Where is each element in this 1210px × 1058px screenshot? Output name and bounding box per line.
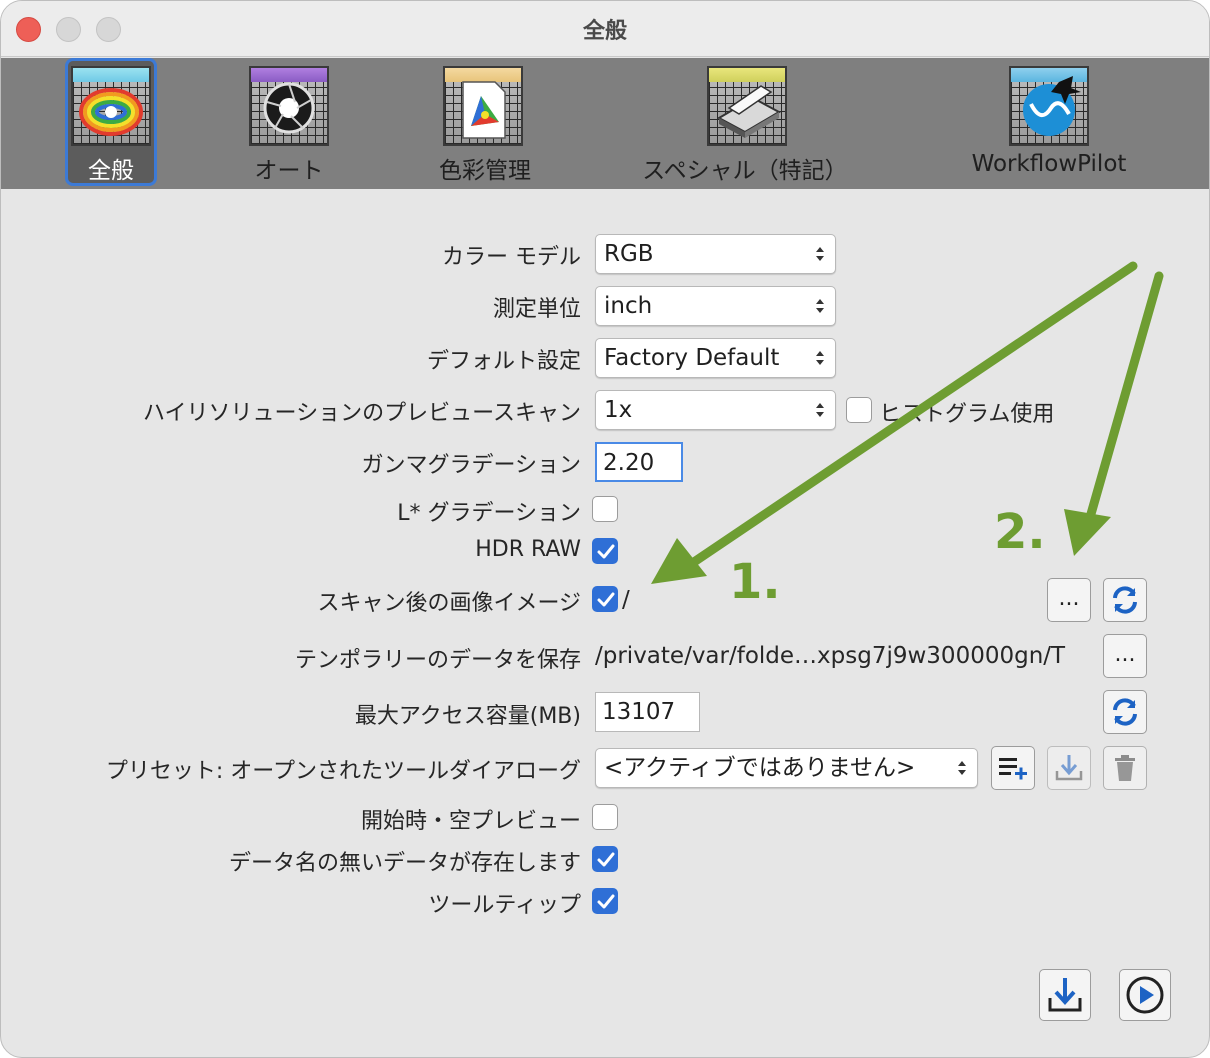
hdr-raw-label: HDR RAW bbox=[475, 537, 581, 562]
save-download-icon bbox=[1048, 978, 1082, 1012]
stepper-arrows-icon bbox=[816, 247, 824, 261]
after-scan-label: スキャン後の画像イメージ bbox=[317, 591, 581, 616]
color-gamut-icon bbox=[443, 66, 523, 146]
scanner-icon bbox=[707, 66, 787, 146]
tab-workflowpilot-label: WorkflowPilot bbox=[971, 151, 1127, 177]
rainbow-logo-icon bbox=[71, 66, 151, 146]
after-scan-checkbox[interactable] bbox=[592, 586, 618, 612]
empty-preview-checkbox[interactable] bbox=[592, 804, 618, 830]
color-model-select[interactable]: RGB bbox=[595, 234, 836, 274]
checkmark-icon bbox=[597, 852, 615, 867]
annotation-number-1: 1. bbox=[729, 554, 781, 610]
temp-data-label: テンポラリーのデータを保存 bbox=[294, 648, 581, 673]
after-scan-browse-button[interactable]: ... bbox=[1047, 578, 1091, 622]
gamma-label: ガンマグラデーション bbox=[361, 453, 581, 478]
tab-special-label: スペシャル（特記） bbox=[642, 158, 848, 184]
preset-download-button[interactable] bbox=[1047, 746, 1091, 790]
tab-workflowpilot[interactable]: WorkflowPilot bbox=[963, 58, 1135, 189]
stepper-arrows-icon bbox=[958, 761, 966, 775]
default-setting-select[interactable]: Factory Default bbox=[595, 338, 836, 378]
refresh-icon bbox=[1113, 698, 1137, 726]
unit-label: 測定単位 bbox=[492, 297, 581, 322]
lstar-label: L* グラデーション bbox=[397, 501, 581, 526]
hires-preview-value: 1x bbox=[604, 397, 633, 423]
annotation-arrow-2-shaft bbox=[1084, 271, 1164, 526]
histogram-checkbox[interactable] bbox=[846, 397, 872, 423]
run-button[interactable] bbox=[1119, 969, 1171, 1021]
histogram-label: ヒストグラム使用 bbox=[879, 402, 1055, 427]
aperture-icon bbox=[249, 66, 329, 146]
stepper-arrows-icon bbox=[816, 351, 824, 365]
max-access-input[interactable]: 13107 bbox=[595, 692, 700, 732]
hires-preview-select[interactable]: 1x bbox=[595, 390, 836, 430]
after-scan-path: / bbox=[622, 587, 630, 613]
tab-color-management[interactable]: 色彩管理 bbox=[423, 58, 547, 189]
play-icon bbox=[1126, 976, 1164, 1014]
annotation-arrow-1-head bbox=[651, 538, 707, 584]
checkmark-icon bbox=[597, 894, 615, 909]
trash-icon bbox=[1115, 755, 1135, 781]
window-title: 全般 bbox=[582, 19, 627, 44]
preferences-toolbar: 全般 オート 色彩管理 スペシャル（特記） WorkflowPilot bbox=[1, 58, 1209, 189]
preferences-window: 全般 全般 オート 色彩管理 スペシャル（特記） WorkflowPilot カ… bbox=[0, 0, 1210, 1058]
title-bar: 全般 bbox=[1, 1, 1209, 57]
preset-select[interactable]: <アクティブではありません> bbox=[595, 748, 978, 788]
workflowpilot-globe-icon bbox=[1009, 66, 1089, 146]
unnamed-data-label: データ名の無いデータが存在します bbox=[228, 851, 581, 876]
preset-value: <アクティブではありません> bbox=[604, 755, 916, 781]
unit-select[interactable]: inch bbox=[595, 286, 836, 326]
unit-value: inch bbox=[604, 293, 653, 319]
lstar-checkbox[interactable] bbox=[592, 496, 618, 522]
color-model-value: RGB bbox=[604, 241, 654, 267]
refresh-icon bbox=[1113, 586, 1137, 614]
checkmark-icon bbox=[597, 592, 615, 607]
checkmark-icon bbox=[597, 544, 615, 559]
add-list-icon bbox=[999, 758, 1027, 780]
preset-delete-button[interactable] bbox=[1103, 746, 1147, 790]
preset-add-button[interactable] bbox=[991, 746, 1035, 790]
unnamed-data-checkbox[interactable] bbox=[592, 846, 618, 872]
gamma-input[interactable]: 2.20 bbox=[595, 442, 683, 482]
hdr-raw-checkbox[interactable] bbox=[592, 538, 618, 564]
temp-data-path: /private/var/folde…xpsg7j9w300000gn/T bbox=[595, 643, 1066, 669]
after-scan-reset-button[interactable] bbox=[1103, 578, 1147, 622]
tab-general-label: 全般 bbox=[88, 158, 134, 184]
max-access-reset-button[interactable] bbox=[1103, 690, 1147, 734]
temp-data-browse-button[interactable]: ... bbox=[1103, 634, 1147, 678]
empty-preview-label: 開始時・空プレビュー bbox=[360, 809, 581, 834]
stepper-arrows-icon bbox=[816, 403, 824, 417]
tab-special[interactable]: スペシャル（特記） bbox=[637, 58, 853, 189]
default-setting-label: デフォルト設定 bbox=[426, 349, 581, 374]
tooltips-checkbox[interactable] bbox=[592, 888, 618, 914]
tab-auto-label: オート bbox=[254, 158, 324, 184]
tab-general[interactable]: 全般 bbox=[65, 58, 157, 189]
annotation-number-2: 2. bbox=[994, 504, 1046, 560]
color-model-label: カラー モデル bbox=[442, 245, 581, 270]
tooltips-label: ツールティップ bbox=[428, 893, 581, 918]
save-button[interactable] bbox=[1039, 969, 1091, 1021]
max-access-label: 最大アクセス容量(MB) bbox=[354, 704, 581, 729]
annotation-arrow-2-head bbox=[1064, 509, 1111, 556]
default-setting-value: Factory Default bbox=[604, 345, 780, 371]
preset-label: プリセット: オープンされたツールダイアローグ bbox=[105, 759, 581, 784]
tab-color-management-label: 色彩管理 bbox=[439, 158, 531, 184]
stepper-arrows-icon bbox=[816, 299, 824, 313]
download-icon bbox=[1055, 755, 1083, 781]
hires-preview-label: ハイリソリューションのプレビュースキャン bbox=[142, 401, 581, 426]
tab-auto[interactable]: オート bbox=[239, 58, 339, 189]
